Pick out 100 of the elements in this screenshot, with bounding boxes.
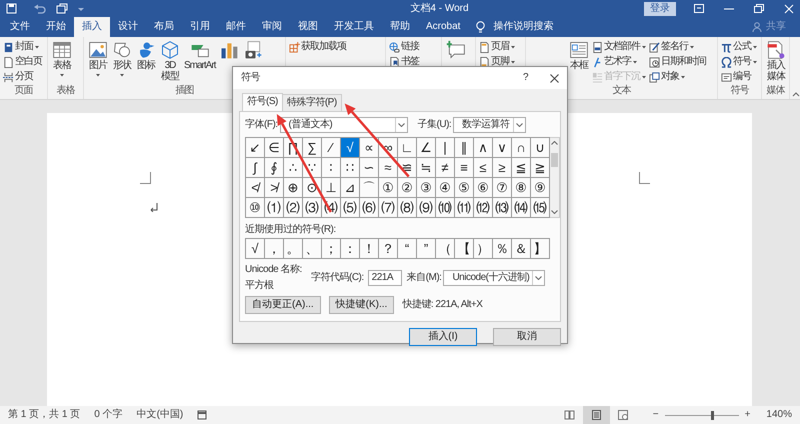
camera-icon[interactable] [243,40,264,60]
symbol-cell[interactable]: √ [341,138,360,158]
proofing-icon[interactable] [197,410,208,420]
symbol-cell[interactable]: ∴ [284,158,303,178]
ribbon-tab[interactable]: Acrobat [418,17,468,37]
word-count[interactable]: 0 个字 [94,409,123,421]
autocorrect-button[interactable]: 自动更正(A)... [245,296,321,314]
symbol-button[interactable]: 符号 [721,55,758,69]
quick-parts-button[interactable]: 文档部件 [592,40,647,54]
recent-symbol-cell[interactable]: ％ [493,239,512,259]
symbol-cell[interactable]: ⑦ [493,178,512,198]
ribbon-tab[interactable]: 布局 [146,17,182,37]
symbol-cell[interactable]: ≦ [512,158,531,178]
language-indicator[interactable]: 中文(中国) [136,409,184,421]
symbol-cell[interactable]: ∽ [360,158,379,178]
recent-symbol-cell[interactable]: ， [265,239,284,259]
symbol-cell[interactable]: ≠ [436,158,455,178]
equation-button[interactable]: 公式 [721,40,758,54]
symbol-cell[interactable]: ≤ [474,158,493,178]
recent-symbol-cell[interactable]: √ [246,239,265,259]
symbol-cell[interactable]: ≥ [493,158,512,178]
symbol-cell[interactable]: ≈ [379,158,398,178]
symbol-cell[interactable]: ∶ [322,158,341,178]
symbol-cell[interactable]: ⑽ [436,198,455,218]
recent-symbol-cell[interactable]: ； [322,239,341,259]
symbol-cell[interactable]: ∑ [303,138,322,158]
symbol-cell[interactable]: ⊥ [322,178,341,198]
symbol-cell[interactable]: ∮ [265,158,284,178]
recent-symbol-cell[interactable]: 【 [455,239,474,259]
symbol-cell[interactable]: ⊙ [303,178,322,198]
ribbon-tab[interactable]: 视图 [290,17,326,37]
tell-me-search[interactable]: 操作说明搜索 [493,21,554,33]
undo-icon[interactable] [33,4,47,14]
subset-dropdown[interactable]: 数学运算符 [453,117,526,133]
ribbon-tab[interactable]: 开始 [38,17,74,37]
numbering-button[interactable]: 编号 [721,70,758,84]
symbol-cell[interactable]: ∈ [265,138,284,158]
symbol-cell[interactable]: ∵ [303,158,322,178]
symbol-cell[interactable]: ∫ [246,158,265,178]
symbol-cell[interactable]: ≮ [246,178,265,198]
collapse-icon[interactable] [792,91,800,97]
symbol-cell[interactable]: ∝ [360,138,379,158]
table-button[interactable]: 表格 [51,40,73,85]
symbol-cell[interactable]: ⑶ [303,198,322,218]
symbol-cell[interactable]: ≡ [455,158,474,178]
help-button[interactable]: ? [522,72,528,84]
symbol-cell[interactable]: ⒀ [493,198,512,218]
font-dropdown[interactable]: (普通文本) [280,117,408,133]
page-break-button[interactable]: 分页 [3,70,42,84]
symbol-cell[interactable]: ↙ [246,138,265,158]
scrollbar[interactable] [550,137,560,218]
recent-symbol-cell[interactable]: ： [341,239,360,259]
recent-symbol-cell[interactable]: 】 [531,239,550,259]
pictures-button[interactable]: 图片 [87,40,109,85]
shapes-button[interactable]: 形状 [111,40,133,85]
scroll-down-icon[interactable] [551,210,558,214]
insert-media-button[interactable]: 插入媒体 [765,40,787,85]
zoom-in-button[interactable]: + [744,409,750,421]
symbol-cell[interactable]: ⑿ [474,198,493,218]
symbol-cell[interactable]: ⒁ [512,198,531,218]
insert-button[interactable]: 插入(I) [409,328,477,346]
comment-icon[interactable] [446,40,466,60]
symbol-cell[interactable]: ∠ [417,138,436,158]
3d-models-button[interactable]: 3D 模型 [159,40,181,85]
date-time-button[interactable]: 日期和时间 [649,55,706,69]
ribbon-tab[interactable]: 插入 [74,17,110,37]
symbol-cell[interactable]: ⑸ [341,198,360,218]
ribbon-tab[interactable]: 开发工具 [326,17,382,37]
symbol-cell[interactable]: ∷ [341,158,360,178]
symbol-cell[interactable]: ∧ [474,138,493,158]
encoding-dropdown[interactable]: Unicode(十六进制) [443,270,546,286]
object-button[interactable]: 对象 [649,70,706,84]
dialog-tab[interactable]: 特殊字符(P) [282,94,342,111]
char-code-field[interactable]: 221A [368,270,402,286]
symbol-cell[interactable]: ≯ [265,178,284,198]
header-button[interactable]: 页眉 [479,40,516,54]
symbol-cell[interactable]: ⑥ [474,178,493,198]
symbol-cell[interactable]: ∥ [455,138,474,158]
ribbon-display-icon[interactable] [694,4,704,13]
symbol-cell[interactable]: ③ [417,178,436,198]
scroll-up-icon[interactable] [551,141,558,146]
recent-symbol-cell[interactable]: ？ [379,239,398,259]
ribbon-tab[interactable]: 设计 [110,17,146,37]
symbol-cell[interactable]: ⑧ [512,178,531,198]
ribbon-tab[interactable]: 邮件 [218,17,254,37]
text-box-button[interactable]: 本框 [568,40,590,85]
page-count[interactable]: 第 1 页，共 1 页 [8,409,80,421]
symbol-cell[interactable]: ④ [436,178,455,198]
symbol-cell[interactable]: ⑹ [360,198,379,218]
ribbon-tab[interactable]: 审阅 [254,17,290,37]
symbol-cell[interactable]: ≒ [417,158,436,178]
dialog-tab[interactable]: 符号(S) [242,93,283,111]
ribbon-tab[interactable]: 帮助 [382,17,418,37]
cover-page-button[interactable]: 封面 [3,40,42,54]
symbol-cell[interactable]: ⊕ [284,178,303,198]
symbol-cell[interactable]: ⌒ [360,178,379,198]
scroll-thumb[interactable] [551,153,558,167]
symbol-cell[interactable]: ① [379,178,398,198]
recent-symbol-cell[interactable]: 、 [303,239,322,259]
symbol-cell[interactable]: ∟ [398,138,417,158]
